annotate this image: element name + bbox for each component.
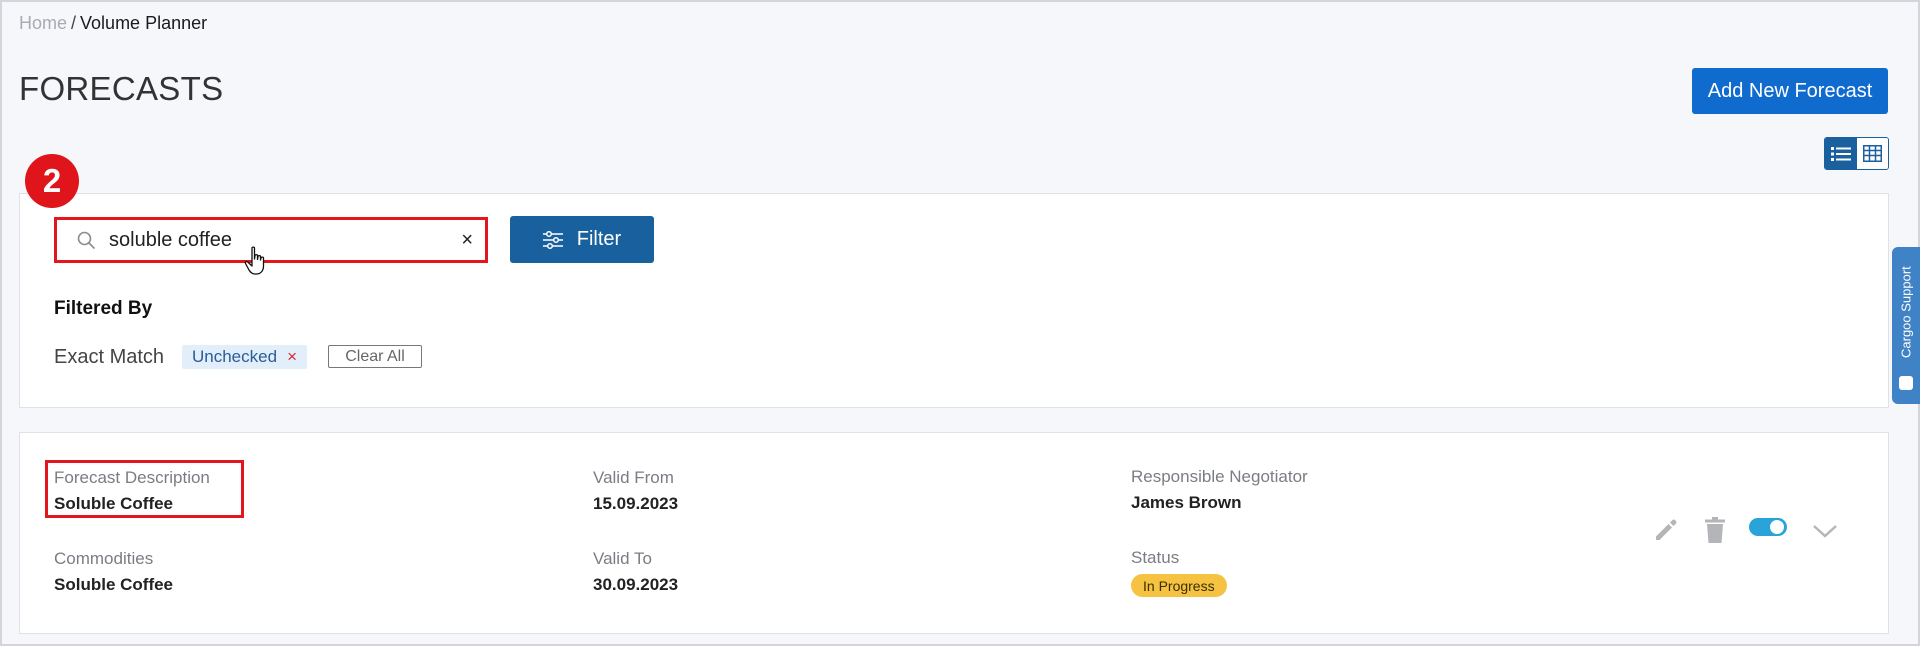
filter-button[interactable]: Filter: [510, 216, 654, 263]
breadcrumb-current: Volume Planner: [80, 13, 208, 33]
active-toggle[interactable]: [1749, 518, 1787, 536]
clear-all-button[interactable]: Clear All: [328, 345, 422, 368]
filter-chip: Unchecked ×: [182, 345, 307, 369]
list-view-icon: [1830, 146, 1851, 161]
search-icon: [77, 231, 95, 249]
pencil-icon: [1656, 519, 1677, 540]
toggle-knob: [1770, 520, 1784, 534]
step-number-badge: 2: [25, 154, 79, 208]
support-tab[interactable]: Cargoo Support: [1892, 247, 1920, 404]
support-tab-label: Cargoo Support: [1898, 266, 1914, 358]
filtered-by-heading: Filtered By: [54, 298, 153, 319]
commodities-label: Commodities: [54, 549, 154, 568]
view-toggle: [1824, 137, 1889, 170]
breadcrumb-home[interactable]: Home: [19, 13, 67, 33]
valid-to-value: 30.09.2023: [593, 575, 679, 594]
chat-icon: [1899, 376, 1913, 390]
breadcrumb-separator: /: [71, 13, 77, 33]
valid-from-value: 15.09.2023: [593, 494, 679, 513]
negotiator-value: James Brown: [1131, 493, 1242, 512]
valid-from-label: Valid From: [593, 468, 674, 487]
forecast-card: [19, 432, 1889, 634]
filter-sliders-icon: [542, 230, 563, 249]
trash-icon: [1705, 517, 1725, 543]
grid-view-button[interactable]: [1856, 138, 1888, 169]
status-badge: In Progress: [1131, 574, 1227, 597]
search-field[interactable]: ×: [54, 217, 488, 263]
breadcrumb: Home / Volume Planner: [19, 13, 207, 34]
commodities-value: Soluble Coffee: [54, 575, 174, 594]
negotiator-label: Responsible Negotiator: [1131, 467, 1308, 486]
delete-button[interactable]: [1702, 515, 1728, 545]
list-view-button[interactable]: [1825, 138, 1857, 169]
forecast-description-value: Soluble Coffee: [54, 494, 174, 513]
add-new-forecast-button[interactable]: Add New Forecast: [1692, 68, 1888, 114]
pointer-hand-icon: [244, 246, 265, 275]
remove-chip-icon[interactable]: ×: [287, 347, 297, 367]
filter-button-label: Filter: [576, 228, 622, 250]
grid-view-icon: [1862, 145, 1882, 162]
edit-button[interactable]: [1652, 516, 1680, 544]
forecast-description-label: Forecast Description: [54, 468, 210, 487]
search-input[interactable]: [107, 227, 441, 253]
valid-to-label: Valid To: [593, 549, 652, 568]
page-title: FORECASTS: [19, 70, 224, 107]
chevron-down-icon: [1813, 525, 1837, 538]
clear-icon[interactable]: ×: [461, 229, 473, 252]
expand-button[interactable]: [1810, 519, 1840, 543]
status-label: Status: [1131, 548, 1180, 567]
filter-chip-label: Unchecked: [192, 347, 278, 366]
exact-match-label: Exact Match: [54, 346, 165, 368]
